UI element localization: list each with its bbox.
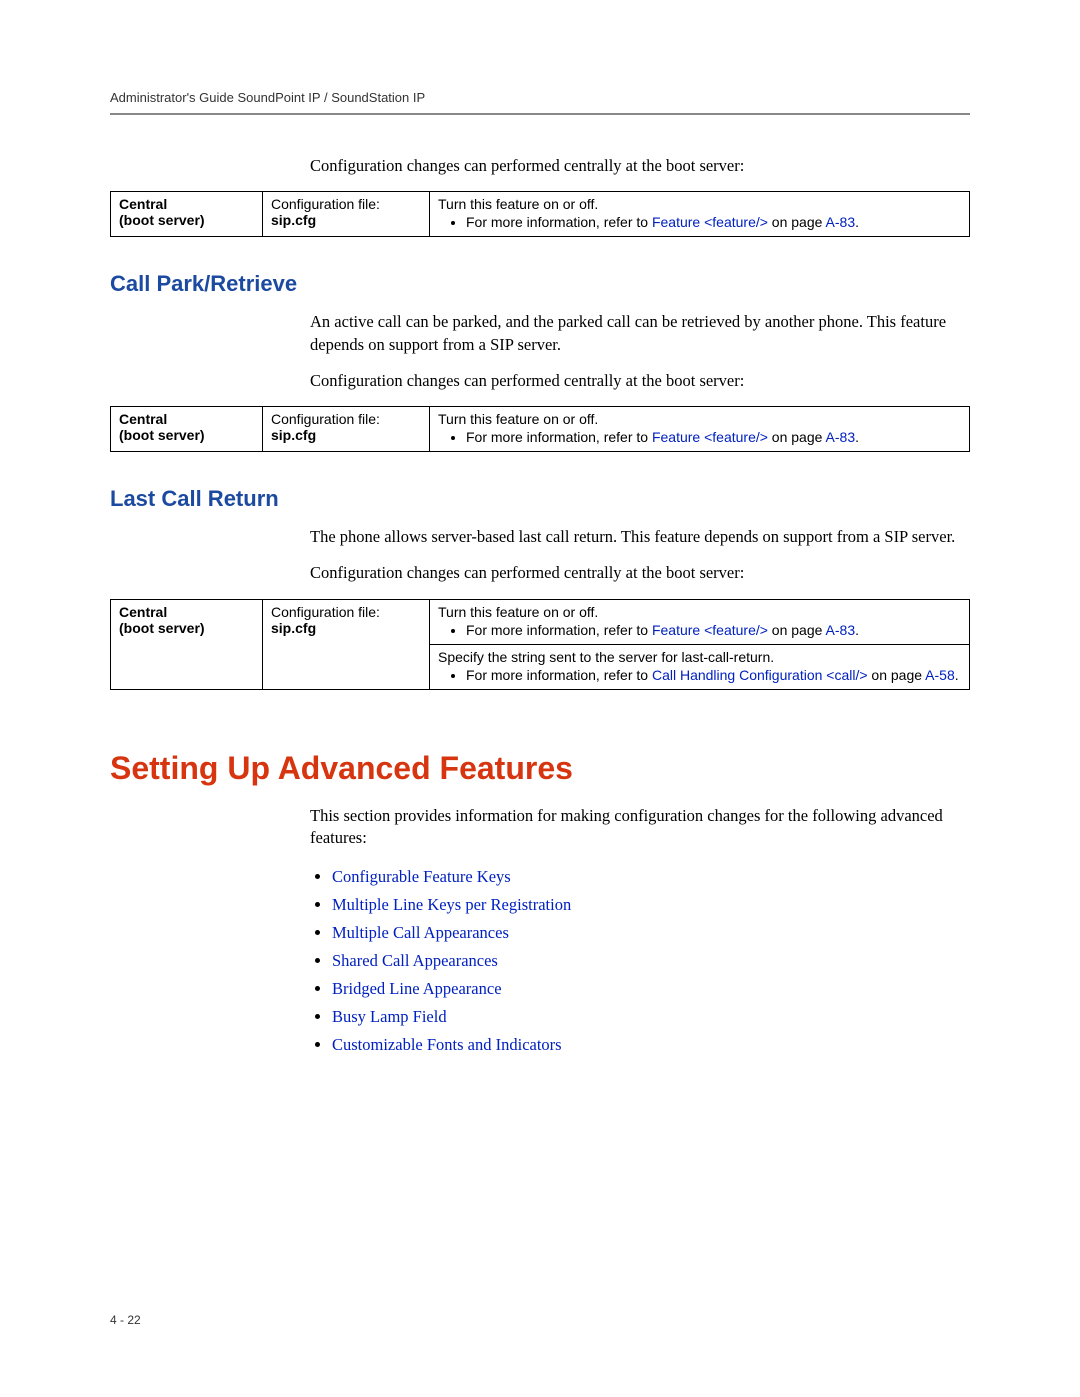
- heading-call-park: Call Park/Retrieve: [110, 271, 970, 297]
- cell-configfile-value: sip.cfg: [271, 620, 316, 636]
- para-lastcall-2: Configuration changes can performed cent…: [310, 562, 970, 584]
- feature-list: Configurable Feature Keys Multiple Line …: [310, 863, 970, 1059]
- link-feature-item[interactable]: Bridged Line Appearance: [332, 979, 502, 998]
- link-feature-item[interactable]: Multiple Call Appearances: [332, 923, 509, 942]
- list-item: Configurable Feature Keys: [332, 863, 970, 891]
- link-page[interactable]: A-58: [925, 667, 955, 683]
- config-table-1: Central (boot server) Configuration file…: [110, 191, 970, 237]
- cell-bootserver: (boot server): [119, 427, 205, 443]
- heading-last-call-return: Last Call Return: [110, 486, 970, 512]
- para-advanced-intro: This section provides information for ma…: [310, 805, 970, 850]
- para-callpark-2: Configuration changes can performed cent…: [310, 370, 970, 392]
- cell-configfile-label: Configuration file:: [271, 411, 380, 427]
- cell-configfile-label: Configuration file:: [271, 604, 380, 620]
- cell-bootserver: (boot server): [119, 212, 205, 228]
- link-feature[interactable]: Feature <feature/>: [652, 622, 768, 638]
- list-item: Customizable Fonts and Indicators: [332, 1031, 970, 1059]
- para-lastcall-1: The phone allows server-based last call …: [310, 526, 970, 548]
- list-item: Shared Call Appearances: [332, 947, 970, 975]
- cell-moreinfo: For more information, refer to Feature <…: [466, 429, 961, 445]
- cell-moreinfo: For more information, refer to Feature <…: [466, 214, 961, 230]
- list-item: Busy Lamp Field: [332, 1003, 970, 1031]
- running-header: Administrator's Guide SoundPoint IP / So…: [110, 90, 970, 115]
- config-table-3: Central (boot server) Configuration file…: [110, 599, 970, 690]
- link-callhandling[interactable]: Call Handling Configuration <call/>: [652, 667, 868, 683]
- cell-desc: Turn this feature on or off.: [438, 604, 598, 620]
- list-item: Bridged Line Appearance: [332, 975, 970, 1003]
- cell-configfile-value: sip.cfg: [271, 212, 316, 228]
- link-feature-item[interactable]: Shared Call Appearances: [332, 951, 498, 970]
- page-number: 4 - 22: [110, 1313, 141, 1327]
- cell-central: Central: [119, 196, 167, 212]
- link-feature-item[interactable]: Configurable Feature Keys: [332, 867, 511, 886]
- link-feature[interactable]: Feature <feature/>: [652, 214, 768, 230]
- intro-paragraph: Configuration changes can performed cent…: [310, 155, 970, 177]
- cell-configfile-value: sip.cfg: [271, 427, 316, 443]
- link-page[interactable]: A-83: [826, 214, 856, 230]
- cell-central: Central: [119, 411, 167, 427]
- link-page[interactable]: A-83: [826, 429, 856, 445]
- cell-moreinfo: For more information, refer to Feature <…: [466, 622, 961, 638]
- link-feature-item[interactable]: Busy Lamp Field: [332, 1007, 447, 1026]
- list-item: Multiple Call Appearances: [332, 919, 970, 947]
- cell-central: Central: [119, 604, 167, 620]
- config-table-2: Central (boot server) Configuration file…: [110, 406, 970, 452]
- cell-bootserver: (boot server): [119, 620, 205, 636]
- cell-desc: Turn this feature on or off.: [438, 411, 598, 427]
- heading-advanced-features: Setting Up Advanced Features: [110, 750, 970, 787]
- cell-desc: Turn this feature on or off.: [438, 196, 598, 212]
- link-feature[interactable]: Feature <feature/>: [652, 429, 768, 445]
- link-feature-item[interactable]: Customizable Fonts and Indicators: [332, 1035, 562, 1054]
- link-page[interactable]: A-83: [826, 622, 856, 638]
- para-callpark-1: An active call can be parked, and the pa…: [310, 311, 970, 356]
- cell-desc: Specify the string sent to the server fo…: [438, 649, 774, 665]
- cell-moreinfo: For more information, refer to Call Hand…: [466, 667, 961, 683]
- cell-configfile-label: Configuration file:: [271, 196, 380, 212]
- link-feature-item[interactable]: Multiple Line Keys per Registration: [332, 895, 571, 914]
- list-item: Multiple Line Keys per Registration: [332, 891, 970, 919]
